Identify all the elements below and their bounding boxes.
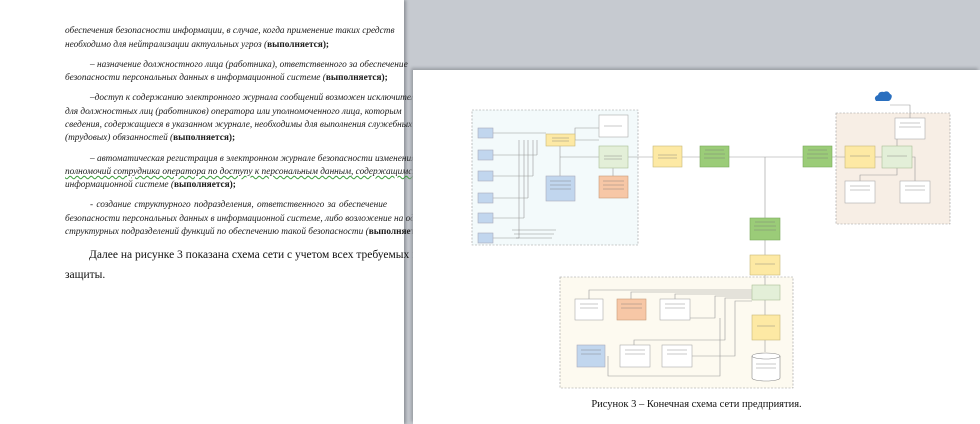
switch-node: [598, 145, 629, 169]
internet-cloud-icon: [874, 91, 892, 101]
switch-node: [881, 145, 913, 169]
workstation-node: [477, 192, 494, 204]
admin-workstation-node: [545, 175, 576, 202]
admin-workstation-node: [576, 344, 606, 368]
database-icon: [751, 352, 781, 382]
server-node: [894, 117, 926, 140]
cluster-branch: [835, 112, 951, 225]
text-line: необходимо для нейтрализации актуальных …: [65, 40, 330, 50]
body-text-line: Далее на рисунке 3 показана схема сети с…: [89, 249, 431, 261]
text-line: – автоматическая регистрация в электронн…: [90, 154, 416, 164]
text-line: обеспечения безопасности информации, в с…: [65, 26, 395, 36]
firewall-node: [545, 133, 576, 147]
text-line: информационной системе (выполняется);: [65, 180, 236, 190]
text-line: безопасности персональных данных в инфор…: [65, 73, 388, 83]
workstation-node: [477, 212, 494, 224]
server-node: [574, 298, 604, 321]
security-server-node: [598, 175, 629, 199]
coordinator-node: [749, 217, 781, 241]
text-line: полномочий сотрудника оператора по досту…: [65, 167, 424, 177]
figure-caption: Рисунок 3 – Конечная схема сети предприя…: [591, 399, 802, 410]
server-node: [844, 180, 876, 204]
document-page-left: обеспечения безопасности информации, в с…: [0, 0, 435, 424]
server-node: [899, 180, 931, 204]
text-line: для должностных лиц (работников) операто…: [65, 107, 402, 117]
firewall-node: [749, 254, 781, 276]
text-line: безопасности персональных данных в инфор…: [65, 214, 435, 224]
server-node: [659, 298, 691, 321]
coordinator-node: [802, 145, 833, 168]
coordinator-node: [699, 145, 730, 168]
text-line: - создание структурного подразделения, о…: [90, 200, 387, 210]
workstation-node: [477, 149, 494, 161]
security-server-node: [616, 298, 647, 321]
workstation-node: [477, 170, 494, 182]
server-node: [661, 344, 693, 368]
firewall-node: [751, 314, 781, 341]
body-text-line: защиты.: [65, 269, 106, 281]
server-node: [619, 344, 651, 368]
workstation-node: [477, 127, 494, 139]
text-line: – назначение должностного лица (работник…: [90, 60, 408, 70]
text-line: сведения, содержащиеся в указанном журна…: [65, 120, 413, 130]
text-line: –доступ к содержанию электронного журнал…: [90, 93, 429, 103]
text-line: (трудовых) обязанностей (выполняется);: [65, 133, 236, 143]
text-line: структурных подразделений функций по обе…: [65, 227, 430, 237]
workstation-node: [477, 232, 494, 244]
firewall-node: [844, 145, 876, 169]
firewall-node: [652, 145, 683, 168]
switch-node: [751, 284, 781, 301]
network-diagram: [471, 91, 951, 389]
document-page-right: Рисунок 3 – Конечная схема сети предприя…: [413, 70, 980, 424]
